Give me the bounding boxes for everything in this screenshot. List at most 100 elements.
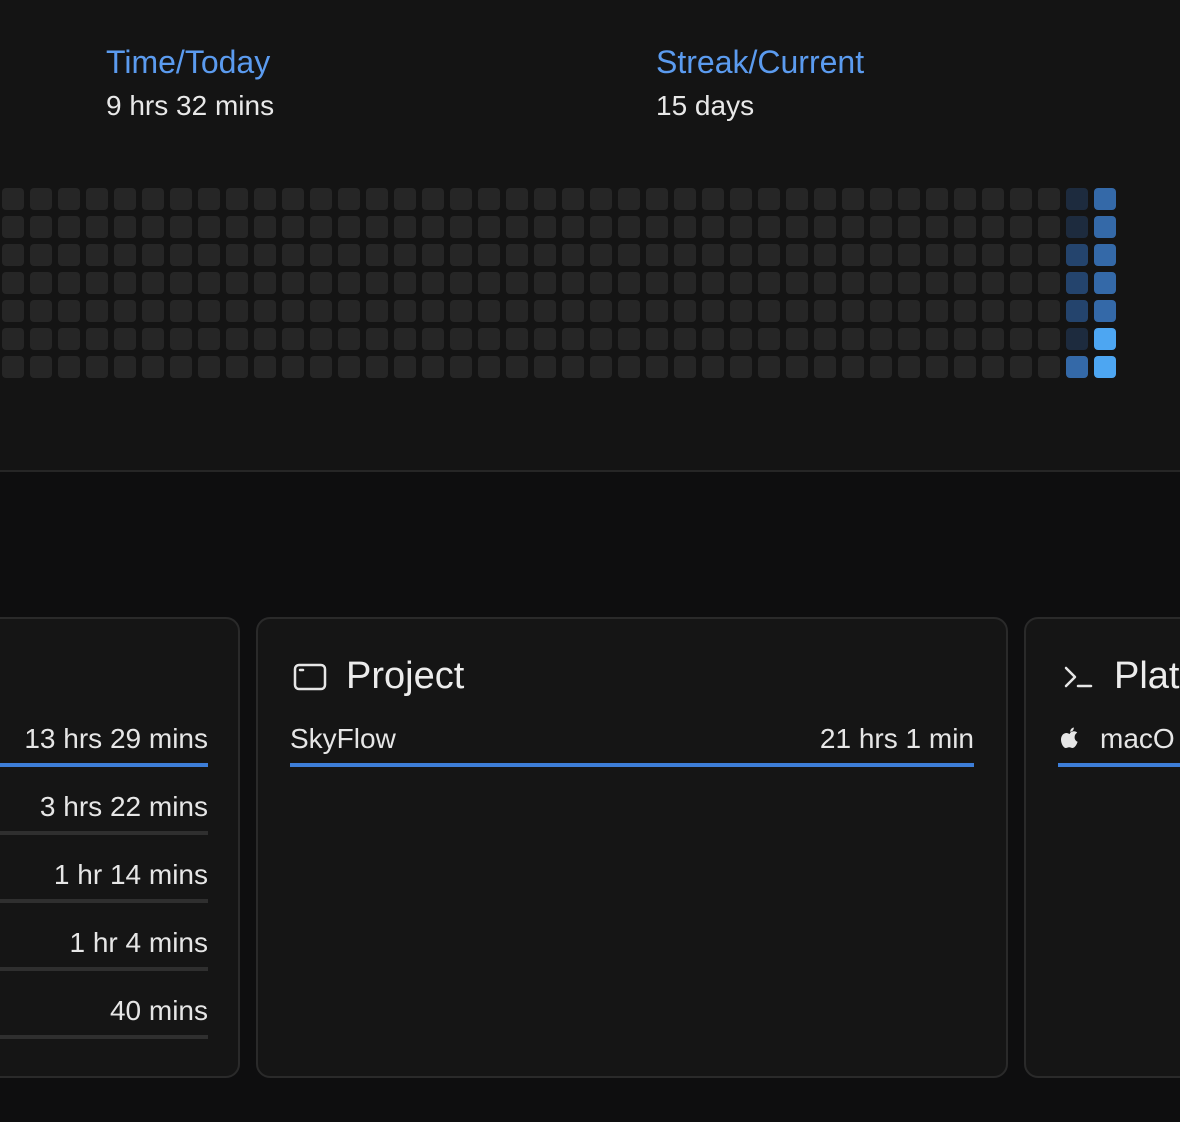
card-title-text: Platf xyxy=(1114,655,1180,697)
heatmap-cell xyxy=(86,328,108,350)
heatmap-cell xyxy=(254,300,276,322)
heatmap-cell xyxy=(394,328,416,350)
heatmap-cell xyxy=(926,356,948,378)
heatmap-cell xyxy=(450,272,472,294)
heatmap-cell xyxy=(1010,328,1032,350)
heatmap-cell xyxy=(310,300,332,322)
heatmap-cell xyxy=(674,188,696,210)
card-title-text: Project xyxy=(346,655,465,697)
heatmap-cell xyxy=(422,216,444,238)
heatmap-cell xyxy=(2,300,24,322)
list-item[interactable]: macO xyxy=(1058,715,1180,767)
heatmap-cell xyxy=(898,328,920,350)
heatmap-cell xyxy=(814,300,836,322)
list-item-name: macO xyxy=(1100,723,1175,754)
heatmap-cell xyxy=(338,300,360,322)
heatmap-cell xyxy=(870,188,892,210)
heatmap-cell xyxy=(842,188,864,210)
heatmap-cell xyxy=(422,300,444,322)
heatmap-cell xyxy=(814,272,836,294)
heatmap-cell xyxy=(1038,244,1060,266)
heatmap-cell xyxy=(590,188,612,210)
heatmap-cell xyxy=(478,272,500,294)
heatmap-cell xyxy=(310,272,332,294)
heatmap-cell xyxy=(170,328,192,350)
heatmap-cell xyxy=(870,300,892,322)
heatmap-cell xyxy=(702,328,724,350)
list-item-name: SkyFlow xyxy=(290,723,396,754)
heatmap-cell xyxy=(1010,244,1032,266)
activity-heatmap xyxy=(0,0,1180,470)
heatmap-cell xyxy=(758,300,780,322)
heatmap-cell xyxy=(1094,188,1116,210)
heatmap-cell xyxy=(254,244,276,266)
heatmap-cell xyxy=(2,188,24,210)
heatmap-cell xyxy=(702,300,724,322)
heatmap-cell xyxy=(254,188,276,210)
heatmap-cell xyxy=(982,216,1004,238)
heatmap-cell xyxy=(702,356,724,378)
heatmap-cell xyxy=(478,300,500,322)
heatmap-cell xyxy=(1094,300,1116,322)
heatmap-cell xyxy=(58,216,80,238)
heatmap-cell xyxy=(702,272,724,294)
heatmap-cell xyxy=(926,328,948,350)
heatmap-cell xyxy=(1066,244,1088,266)
heatmap-cell xyxy=(758,216,780,238)
list-item[interactable]: 3 hrs 22 mins xyxy=(0,783,208,835)
heatmap-cell xyxy=(870,328,892,350)
heatmap-cell xyxy=(1094,216,1116,238)
heatmap-cell xyxy=(674,356,696,378)
heatmap-cell xyxy=(1094,328,1116,350)
heatmap-cell xyxy=(422,244,444,266)
heatmap-cell xyxy=(282,300,304,322)
heatmap-cell xyxy=(198,300,220,322)
heatmap-cell xyxy=(842,216,864,238)
card-title: Project xyxy=(292,655,464,698)
heatmap-cell xyxy=(786,300,808,322)
heatmap-cell xyxy=(674,300,696,322)
heatmap-cell xyxy=(730,300,752,322)
heatmap-cell xyxy=(814,328,836,350)
heatmap-cell xyxy=(1038,272,1060,294)
heatmap-cell xyxy=(898,244,920,266)
heatmap-cell xyxy=(618,328,640,350)
card-partial-left: 13 hrs 29 mins 3 hrs 22 mins 1 hr 14 mins 1… xyxy=(0,617,240,1078)
heatmap-cell xyxy=(870,356,892,378)
heatmap-cell xyxy=(1038,188,1060,210)
heatmap-cell xyxy=(142,272,164,294)
heatmap-cell xyxy=(646,356,668,378)
heatmap-cell xyxy=(562,328,584,350)
heatmap-cell xyxy=(30,300,52,322)
heatmap-cell xyxy=(2,328,24,350)
heatmap-cell xyxy=(814,188,836,210)
heatmap-cell xyxy=(870,272,892,294)
heatmap-cell xyxy=(282,216,304,238)
heatmap-cell xyxy=(926,272,948,294)
heatmap-cell xyxy=(1094,272,1116,294)
heatmap-cell xyxy=(226,272,248,294)
list-item[interactable]: 40 mins xyxy=(0,987,208,1039)
heatmap-cell xyxy=(394,300,416,322)
heatmap-cell xyxy=(366,216,388,238)
heatmap-cell xyxy=(870,216,892,238)
heatmap-cell xyxy=(1066,272,1088,294)
heatmap-cell xyxy=(30,188,52,210)
heatmap-cell xyxy=(198,216,220,238)
heatmap-cell xyxy=(114,300,136,322)
heatmap-cell xyxy=(758,356,780,378)
heatmap-cell xyxy=(30,216,52,238)
heatmap-cell xyxy=(310,216,332,238)
heatmap-cell xyxy=(562,244,584,266)
list-item[interactable]: 13 hrs 29 mins xyxy=(0,715,208,767)
list-item[interactable]: 1 hr 14 mins xyxy=(0,851,208,903)
list-item-label: SkyFlow xyxy=(290,723,396,755)
heatmap-cell xyxy=(618,300,640,322)
heatmap-cell xyxy=(170,300,192,322)
heatmap-cell xyxy=(114,216,136,238)
heatmap-cell xyxy=(86,244,108,266)
list-item[interactable]: 1 hr 4 mins xyxy=(0,919,208,971)
list-item[interactable]: SkyFlow 21 hrs 1 min xyxy=(290,715,974,767)
heatmap-cell xyxy=(1094,244,1116,266)
heatmap-cell xyxy=(954,272,976,294)
